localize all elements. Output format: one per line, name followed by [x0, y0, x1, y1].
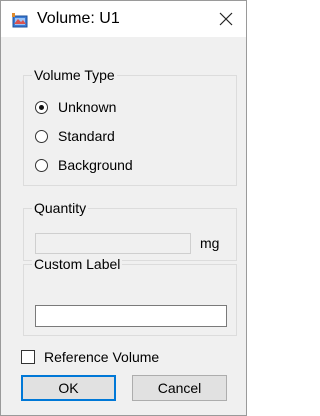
ok-button[interactable]: OK: [21, 375, 116, 401]
volume-type-group: Volume Type Unknown Standard Background: [23, 66, 237, 186]
quantity-input: [35, 233, 191, 254]
cancel-button[interactable]: Cancel: [132, 375, 227, 401]
volume-type-legend: Volume Type: [32, 66, 117, 84]
close-icon[interactable]: [208, 1, 244, 37]
radio-standard[interactable]: Standard: [35, 126, 115, 146]
custom-label-group: Custom Label: [23, 255, 237, 336]
radio-standard-button[interactable]: [35, 129, 48, 143]
radio-background[interactable]: Background: [35, 155, 133, 175]
radio-background-label: Background: [58, 157, 133, 173]
window-title: Volume: U1: [37, 10, 120, 27]
reference-volume-label: Reference Volume: [44, 349, 160, 365]
quantity-group: Quantity mg: [23, 199, 237, 261]
quantity-unit: mg: [200, 235, 220, 251]
radio-unknown-button[interactable]: [35, 100, 48, 114]
radio-standard-label: Standard: [58, 128, 115, 144]
title-bar[interactable]: Volume: U1: [1, 1, 246, 37]
reference-volume-checkbox[interactable]: [21, 350, 35, 364]
volume-dialog: Volume: U1 Volume Type Unknown Standard …: [0, 0, 247, 416]
volume-app-icon: [10, 10, 30, 30]
quantity-legend: Quantity: [32, 199, 89, 217]
radio-unknown[interactable]: Unknown: [35, 97, 116, 117]
radio-unknown-label: Unknown: [58, 99, 117, 115]
radio-background-button[interactable]: [35, 158, 48, 172]
reference-volume-checkbox-row[interactable]: Reference Volume: [21, 347, 159, 367]
custom-label-input[interactable]: [35, 305, 227, 327]
custom-label-legend: Custom Label: [32, 255, 123, 273]
